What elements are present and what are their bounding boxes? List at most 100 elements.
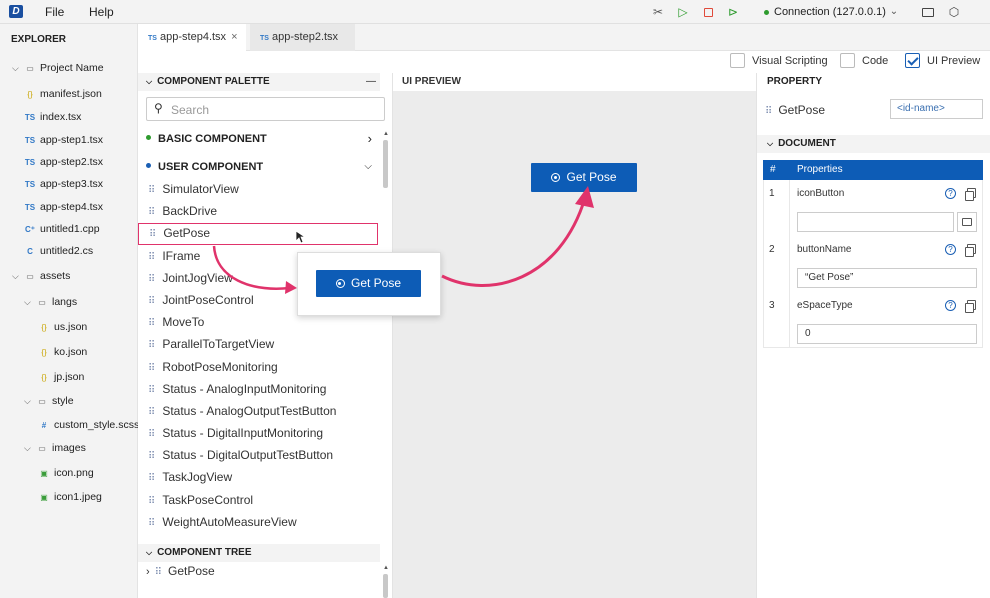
tree-file[interactable]: ▣ icon.png	[38, 463, 93, 483]
group-label: USER COMPONENT	[158, 161, 264, 173]
tree-folder-images[interactable]: ⌵ ▭ images	[24, 438, 86, 458]
debug-run-icon[interactable]: ⊳	[725, 4, 741, 20]
document-header[interactable]: ⌵ DOCUMENT	[757, 135, 990, 153]
copy-icon[interactable]	[965, 188, 976, 201]
folder-icon: ▭	[38, 444, 46, 453]
drag-handle-icon: ⠿	[148, 518, 155, 529]
connection-label[interactable]: Connection (127.0.0.1)	[774, 6, 886, 18]
tree-label: app-step2.tsx	[40, 156, 104, 168]
tree-file[interactable]: ▣ icon1.jpeg	[38, 487, 102, 507]
drag-handle-icon: ⠿	[148, 207, 155, 218]
property-name: buttonName	[797, 244, 852, 255]
drag-handle-icon: ⠿	[148, 429, 155, 440]
tree-folder-langs[interactable]: ⌵ ▭ langs	[24, 292, 77, 312]
basic-component-group[interactable]: BASIC COMPONENT ›	[146, 130, 378, 148]
visual-scripting-checkbox[interactable]	[730, 53, 745, 68]
tree-file[interactable]: Cuntitled2.cs	[24, 241, 93, 261]
view-options: Visual Scripting Code UI Preview	[138, 51, 990, 73]
ts-file-icon: TS	[260, 35, 269, 42]
component-label: Status - DigitalInputMonitoring	[162, 426, 324, 440]
chevron-down-icon: ⌵	[12, 271, 19, 281]
espace-type-input[interactable]: 0	[797, 324, 977, 344]
tree-file[interactable]: {} manifest.json	[24, 84, 102, 104]
tree-scrollbar[interactable]	[383, 574, 388, 598]
ui-preview-checkbox[interactable]	[905, 53, 920, 68]
document-title: DOCUMENT	[778, 138, 836, 149]
ts-file-icon: TS	[24, 180, 36, 189]
code-checkbox[interactable]	[840, 53, 855, 68]
stop-icon[interactable]	[700, 4, 716, 20]
tree-label: jp.json	[54, 371, 85, 383]
ts-file-icon: TS	[148, 35, 157, 42]
tab-app-step2[interactable]: TS app-step2.tsx	[250, 24, 355, 51]
arrow-head-icon	[575, 186, 594, 208]
copy-icon[interactable]	[965, 244, 976, 257]
drag-handle-icon: ⠿	[148, 274, 155, 285]
drag-handle-icon: ⠿	[148, 451, 155, 462]
tab-app-step4[interactable]: TS app-step4.tsx ×	[138, 24, 246, 51]
icon-button-input[interactable]	[797, 212, 954, 232]
tree-title: COMPONENT TREE	[157, 547, 252, 558]
tree-label: Project Name	[40, 62, 104, 74]
menu-help[interactable]: Help	[89, 5, 114, 19]
drag-handle-icon: ⠿	[148, 363, 155, 374]
tree-project-root[interactable]: ⌵ ▭ Project Name	[12, 58, 104, 78]
scroll-up-icon[interactable]: ▲	[383, 565, 389, 571]
component-item[interactable]: ⠿ TaskJogView	[138, 466, 378, 488]
search-box[interactable]: ⚲ Search	[146, 97, 385, 121]
component-item[interactable]: ⠿ TaskPoseControl	[138, 489, 378, 511]
scroll-up-icon[interactable]: ▲	[383, 131, 389, 137]
component-item[interactable]: ⠿ Status - AnalogInputMonitoring	[138, 378, 378, 400]
drag-handle-icon: ⠿	[149, 229, 156, 240]
tree-file[interactable]: C⁺ untitled1.cpp	[24, 219, 100, 239]
tree-file[interactable]: {} us.json	[38, 317, 87, 337]
properties-table	[763, 180, 983, 348]
tree-file[interactable]: TS app-step3.tsx	[24, 174, 103, 194]
folder-browse-button[interactable]	[957, 212, 977, 232]
id-name-input[interactable]: <id-name>	[890, 99, 983, 119]
ui-preview-label: UI Preview	[927, 55, 981, 67]
copy-icon[interactable]	[965, 300, 976, 313]
component-item[interactable]: ⠿ WeightAutoMeasureView	[138, 511, 378, 533]
button-name-input[interactable]: “Get Pose”	[797, 268, 977, 288]
tree-file[interactable]: {} jp.json	[38, 367, 84, 387]
tree-file[interactable]: {} ko.json	[38, 342, 87, 362]
info-icon[interactable]: ?	[945, 188, 956, 199]
search-input[interactable]: Search	[171, 103, 209, 117]
chevron-down-icon: ⌵	[24, 396, 31, 406]
close-icon[interactable]: ×	[231, 31, 237, 43]
table-divider	[789, 180, 790, 348]
drag-handle-icon: ⠿	[148, 496, 155, 507]
tools-icon[interactable]: ✂	[650, 4, 666, 20]
tree-folder-assets[interactable]: ⌵ ▭ assets	[12, 266, 70, 286]
package-icon[interactable]: ⬡	[946, 4, 962, 20]
chevron-down-icon[interactable]: ⌄	[886, 4, 902, 20]
chevron-down-icon: ⌵	[24, 443, 31, 453]
component-item[interactable]: ⠿ Status - AnalogOutputTestButton	[138, 400, 378, 422]
component-item[interactable]: ⠿ Status - DigitalOutputTestButton	[138, 444, 378, 466]
component-item[interactable]: ⠿ ParallelToTargetView	[138, 333, 378, 355]
tree-file[interactable]: TS app-step4.tsx	[24, 197, 103, 217]
tree-item-getpose[interactable]: › ⠿ GetPose	[146, 564, 215, 578]
tree-file[interactable]: # custom_style.scss	[38, 415, 139, 435]
run-icon[interactable]: ▷	[675, 4, 691, 20]
info-icon[interactable]: ?	[945, 244, 956, 255]
col-properties: Properties	[797, 164, 843, 175]
json-file-icon: {}	[41, 323, 47, 332]
component-item[interactable]: ⠿ Status - DigitalInputMonitoring	[138, 422, 378, 444]
info-icon[interactable]: ?	[945, 300, 956, 311]
tree-file[interactable]: TS app-step1.tsx	[24, 130, 103, 150]
tree-folder-style[interactable]: ⌵ ▭ style	[24, 391, 74, 411]
ui-preview-canvas[interactable]	[393, 73, 756, 598]
menu-file[interactable]: File	[45, 5, 64, 19]
tree-label: untitled2.cs	[40, 245, 94, 257]
component-item[interactable]: ⠿ RobotPoseMonitoring	[138, 356, 378, 378]
tree-file[interactable]: TS app-step2.tsx	[24, 152, 103, 172]
cs-file-icon: C	[27, 247, 33, 256]
monitor-icon[interactable]	[920, 4, 936, 20]
user-component-group[interactable]: USER COMPONENT ⌵	[146, 158, 378, 176]
property-name: eSpaceType	[797, 300, 853, 311]
collapse-icon[interactable]: —	[366, 73, 376, 91]
tree-file[interactable]: TS index.tsx	[24, 107, 82, 127]
chevron-down-icon: ⌵	[24, 297, 31, 307]
